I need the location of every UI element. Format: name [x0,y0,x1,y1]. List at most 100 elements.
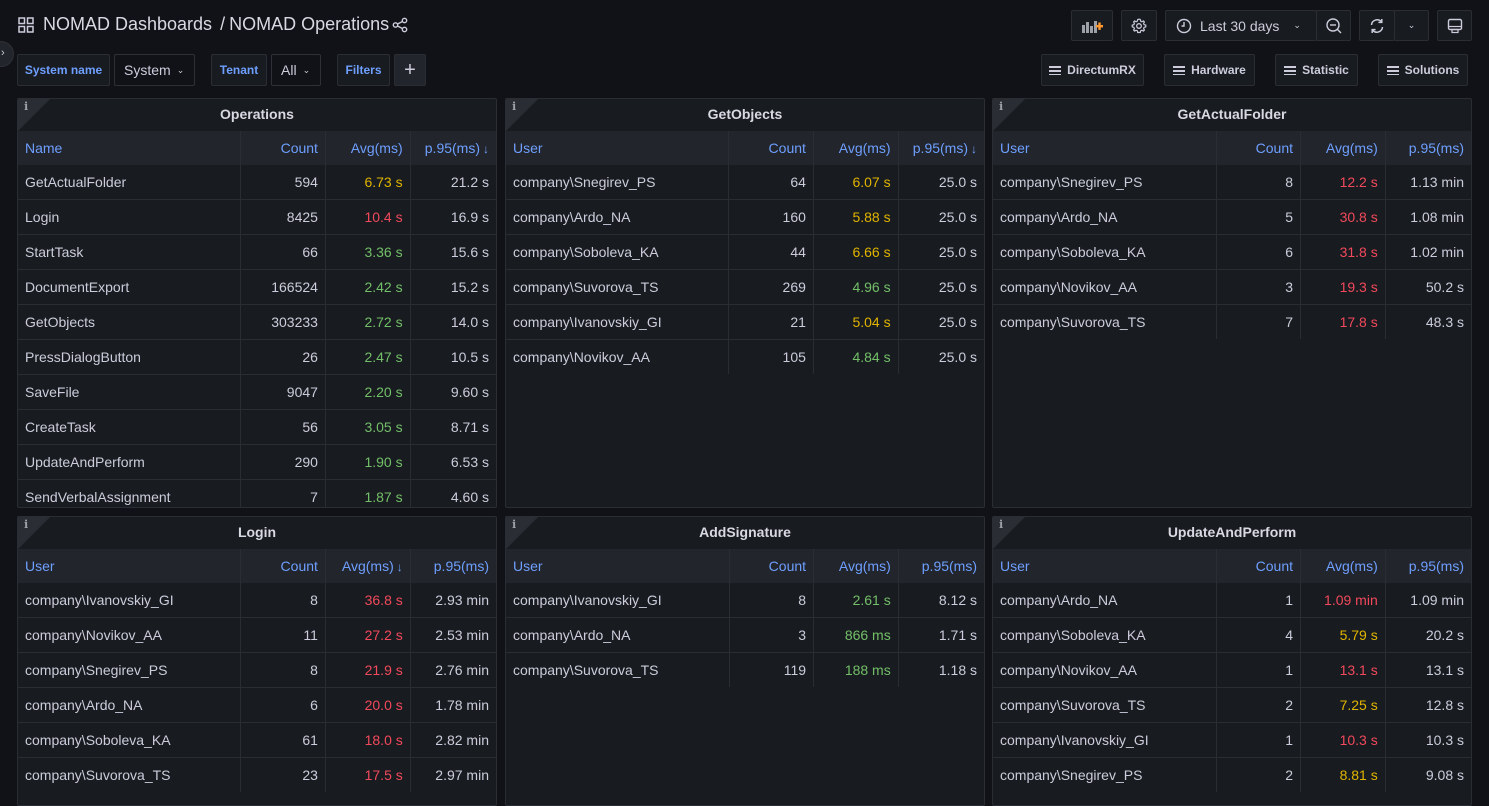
column-header[interactable]: p.95(ms) ↓ [898,131,984,165]
bars-icon [1284,65,1297,75]
column-header-label: Avg(ms) [838,558,891,574]
table-row: company\Novikov_AA 105 4.84 s 25.0 s [506,339,984,374]
panel-title[interactable]: Operations [18,106,496,122]
cell-count: 8 [240,583,326,618]
column-header[interactable]: p.95(ms) [410,549,496,583]
refresh-interval-dropdown[interactable]: ⌄ [1394,10,1429,41]
column-header-label: User [1000,140,1030,156]
cell-p95: 8.12 s [938,592,977,608]
cell-avg: 2.42 s [325,269,411,305]
share-icon[interactable] [392,17,408,33]
column-header[interactable]: Count [1216,131,1302,165]
panel-title[interactable]: GetActualFolder [993,106,1471,122]
column-header-label: Count [1255,140,1294,156]
tenant-select[interactable]: All ⌄ [271,54,321,86]
time-range-picker[interactable]: Last 30 days ⌄ [1165,10,1317,41]
column-header[interactable]: p.95(ms) [898,549,984,583]
table-panel-login: i Login User Count Avg(ms) ↓ p.95(ms) compan… [17,516,497,806]
column-header[interactable]: Avg(ms) [813,131,899,165]
table-row: company\Suvorova_TS 2 7.25 s 12.8 s [993,687,1471,723]
column-header-label: Count [768,558,807,574]
refresh-button[interactable] [1359,10,1395,41]
table-row: SaveFile 9047 2.20 s 9.60 s [18,374,496,410]
zoom-out-time-button[interactable] [1316,10,1351,41]
column-header[interactable]: Avg(ms) ↓ [325,549,411,583]
table-row: StartTask 66 3.36 s 15.6 s [18,234,496,270]
column-header[interactable]: User [993,549,1217,583]
cell-name: SaveFile [18,374,242,410]
cell-name: company\Ivanovskiy_GI [18,583,242,618]
breadcrumb-folder-link[interactable]: NOMAD Dashboards [43,14,212,34]
dashboard-title[interactable]: NOMAD Operations [229,14,389,34]
data-table: User Count Avg(ms) p.95(ms) company\Ivanovs… [506,549,984,687]
panel-title[interactable]: GetObjects [506,106,984,122]
cell-count: 290 [240,444,326,480]
cell-p95: 9.60 s [410,374,496,410]
column-header[interactable]: User [18,549,242,583]
cell-count: 61 [240,722,326,758]
column-header-label: Avg(ms) [838,140,891,156]
cell-avg: 19.3 s [1300,269,1386,305]
cell-count: 6 [1216,234,1302,270]
cell-name: company\Soboleva_KA [993,234,1217,270]
dashboard-link-statistic[interactable]: Statistic [1275,54,1358,86]
column-header[interactable]: Count [728,131,814,165]
cell-count: 7 [240,479,326,507]
table-row: company\Ardo_NA 6 20.0 s 1.78 min [18,687,496,723]
link-label: Statistic [1302,63,1349,77]
column-header[interactable]: Count [1216,549,1302,583]
column-header[interactable]: p.95(ms) ↓ [410,131,496,165]
column-header-label: Count [768,140,806,156]
dock-menu-toggle[interactable]: › [0,41,14,67]
column-header[interactable]: Name [18,131,242,165]
table-row: company\Suvorova_TS 269 4.96 s 25.0 s [506,269,984,305]
column-header[interactable]: Avg(ms) [325,131,411,165]
column-header[interactable]: User [993,131,1217,165]
cell-count: 2 [1216,757,1302,792]
table-row: company\Soboleva_KA 61 18.0 s 2.82 min [18,722,496,758]
panel-title[interactable]: UpdateAndPerform [993,524,1471,540]
table-row: company\Ardo_NA 3 866 ms 1.71 s [506,617,984,653]
cell-count: 8 [729,583,815,618]
cell-count: 6 [240,687,326,723]
cell-avg: 18.0 s [325,722,411,758]
clock-icon [1176,18,1192,33]
dashboard-link-hardware[interactable]: Hardware [1164,54,1255,86]
cell-p95: 50.2 s [1385,269,1471,305]
cell-count: 8425 [240,199,326,235]
cell-name: CreateTask [18,409,242,445]
panel-title[interactable]: AddSignature [506,524,984,540]
cell-count: 160 [728,199,814,235]
add-filter-button[interactable]: + [394,54,426,86]
column-header-label: p.95(ms) [1408,140,1464,156]
column-header[interactable]: Avg(ms) [1300,549,1386,583]
cell-count: 9047 [240,374,326,410]
table-row: SendVerbalAssignment 7 1.87 s 4.60 s [18,479,496,507]
system-name-select[interactable]: System ⌄ [114,54,195,86]
dashboard-settings-button[interactable] [1121,10,1157,41]
chevron-down-icon: ⌄ [176,64,185,75]
table-row: company\Ardo_NA 160 5.88 s 25.0 s [506,199,984,235]
cell-p95: 25.0 s [898,304,984,340]
column-header[interactable]: Count [729,549,815,583]
column-header[interactable]: Avg(ms) [1300,131,1386,165]
data-table: User Count Avg(ms) ↓ p.95(ms) company\Ivanov… [18,549,496,792]
column-header[interactable]: p.95(ms) [1385,549,1471,583]
cell-count: 1 [1216,652,1302,688]
column-header[interactable]: Count [240,549,326,583]
column-header[interactable]: User [506,549,730,583]
column-header[interactable]: User [506,131,730,165]
filters-label: Filters [337,54,390,86]
panel-title[interactable]: Login [18,524,496,540]
cell-p95: 9.08 s [1385,757,1471,792]
cycle-view-mode-button[interactable] [1437,10,1472,41]
dashboard-link-solutions[interactable]: Solutions [1378,54,1468,86]
column-header[interactable]: p.95(ms) [1385,131,1471,165]
column-header[interactable]: Count [240,131,326,165]
add-panel-button[interactable] [1071,10,1113,41]
dashboard-link-directumrx[interactable]: DirectumRX [1041,54,1144,86]
cell-count: 7 [1216,304,1302,339]
cell-name: company\Novikov_AA [993,269,1217,305]
column-header[interactable]: Avg(ms) [813,549,899,583]
cell-p95: 13.1 s [1385,652,1471,688]
